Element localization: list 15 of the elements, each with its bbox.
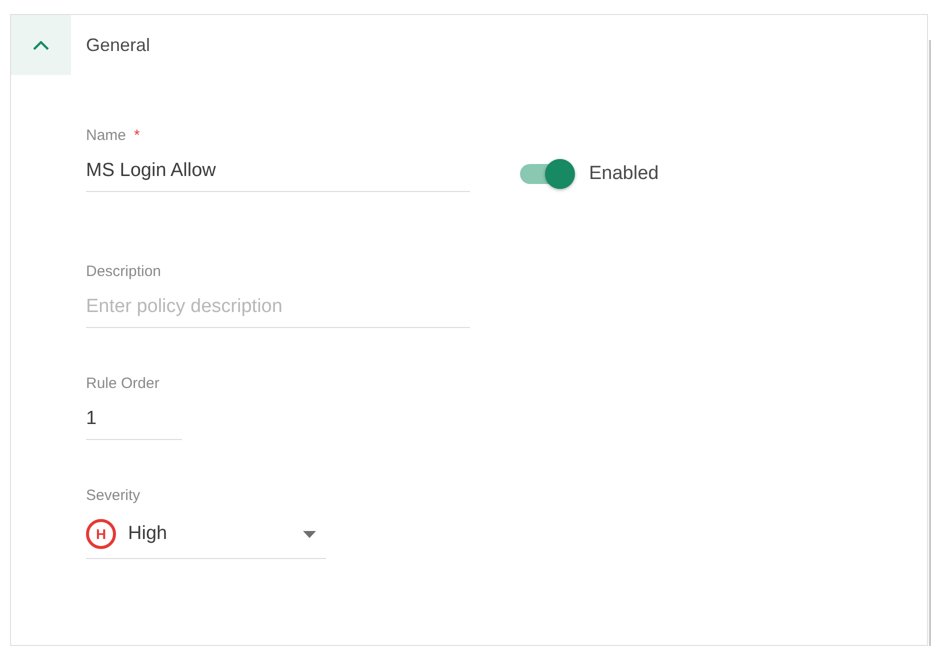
required-mark: * (134, 127, 140, 145)
field-label: Description (86, 263, 162, 281)
severity-select[interactable]: H High (86, 510, 326, 559)
number-field[interactable]: 1 (86, 398, 182, 440)
field-label: Severity (86, 487, 140, 505)
chevron-up-icon (33, 40, 49, 50)
collapse-chevron-button[interactable] (11, 15, 71, 75)
input-field[interactable]: MS Login Allow (86, 150, 470, 192)
toggle-label: Enabled (589, 163, 659, 185)
severity-badge: H (86, 519, 116, 549)
field-label: Rule Order (86, 375, 160, 393)
toggle-switch[interactable] (520, 159, 575, 189)
section-title: General (86, 34, 150, 56)
dropdown-caret-icon (303, 530, 316, 538)
field-label: Name (86, 127, 126, 145)
